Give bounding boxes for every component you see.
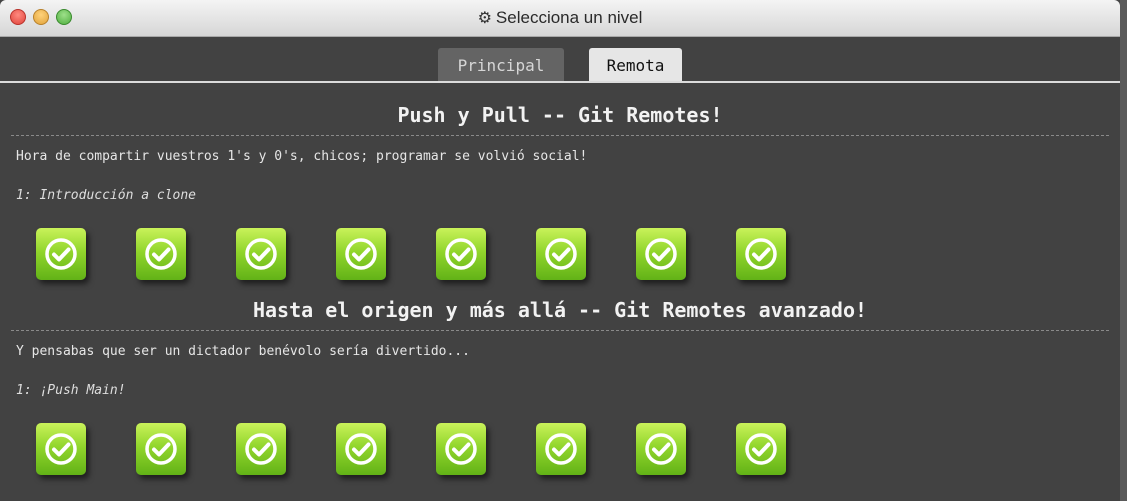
- checkmark-circle-icon: [145, 238, 177, 270]
- checkmark-circle-icon: [445, 433, 477, 465]
- level-button[interactable]: [436, 423, 486, 475]
- level-button[interactable]: [36, 228, 86, 280]
- level-button[interactable]: [636, 228, 686, 280]
- level-button[interactable]: [736, 228, 786, 280]
- checkmark-circle-icon: [245, 238, 277, 270]
- level-description: 1: Introducción a clone: [16, 188, 197, 203]
- level-icons-row: [36, 423, 836, 477]
- level-button[interactable]: [236, 228, 286, 280]
- checkmark-circle-icon: [445, 238, 477, 270]
- level-button[interactable]: [336, 228, 386, 280]
- checkmark-circle-icon: [345, 433, 377, 465]
- section-title: Hasta el origen y más allá -- Git Remote…: [252, 298, 868, 322]
- level-button[interactable]: [536, 228, 586, 280]
- level-select-window: ⚙ Selecciona un nivel Principal Remota P…: [0, 0, 1127, 501]
- checkmark-circle-icon: [745, 238, 777, 270]
- level-button[interactable]: [136, 423, 186, 475]
- level-button[interactable]: [536, 423, 586, 475]
- checkmark-circle-icon: [545, 238, 577, 270]
- checkmark-circle-icon: [45, 238, 77, 270]
- level-button[interactable]: [336, 423, 386, 475]
- level-description: 1: ¡Push Main!: [16, 383, 126, 398]
- checkmark-circle-icon: [145, 433, 177, 465]
- level-button[interactable]: [736, 423, 786, 475]
- checkmark-circle-icon: [45, 433, 77, 465]
- tab-bar: Principal Remota: [0, 48, 1120, 82]
- checkmark-circle-icon: [545, 433, 577, 465]
- checkmark-circle-icon: [645, 238, 677, 270]
- level-button[interactable]: [436, 228, 486, 280]
- level-icons-row: [36, 228, 836, 282]
- window-title-wrap: ⚙ Selecciona un nivel: [0, 0, 1120, 36]
- level-button[interactable]: [636, 423, 686, 475]
- section-about: Y pensabas que ser un dictador benévolo …: [16, 344, 470, 359]
- section-divider: [11, 330, 1109, 331]
- checkmark-circle-icon: [645, 433, 677, 465]
- level-button[interactable]: [236, 423, 286, 475]
- checkmark-circle-icon: [745, 433, 777, 465]
- section-about: Hora de compartir vuestros 1's y 0's, ch…: [16, 149, 588, 164]
- window-edge: [1120, 0, 1127, 501]
- checkmark-circle-icon: [245, 433, 277, 465]
- tab-principal[interactable]: Principal: [438, 48, 564, 82]
- window-title: Selecciona un nivel: [495, 8, 643, 27]
- tab-underline: [0, 81, 1120, 83]
- section-divider: [11, 135, 1109, 136]
- level-button[interactable]: [136, 228, 186, 280]
- level-button[interactable]: [36, 423, 86, 475]
- title-bar: ⚙ Selecciona un nivel: [0, 0, 1120, 37]
- tab-remota[interactable]: Remota: [589, 48, 682, 82]
- gear-icon: ⚙: [477, 10, 492, 27]
- main-content: Principal Remota Push y Pull -- Git Remo…: [0, 37, 1120, 501]
- section-title: Push y Pull -- Git Remotes!: [397, 103, 723, 127]
- checkmark-circle-icon: [345, 238, 377, 270]
